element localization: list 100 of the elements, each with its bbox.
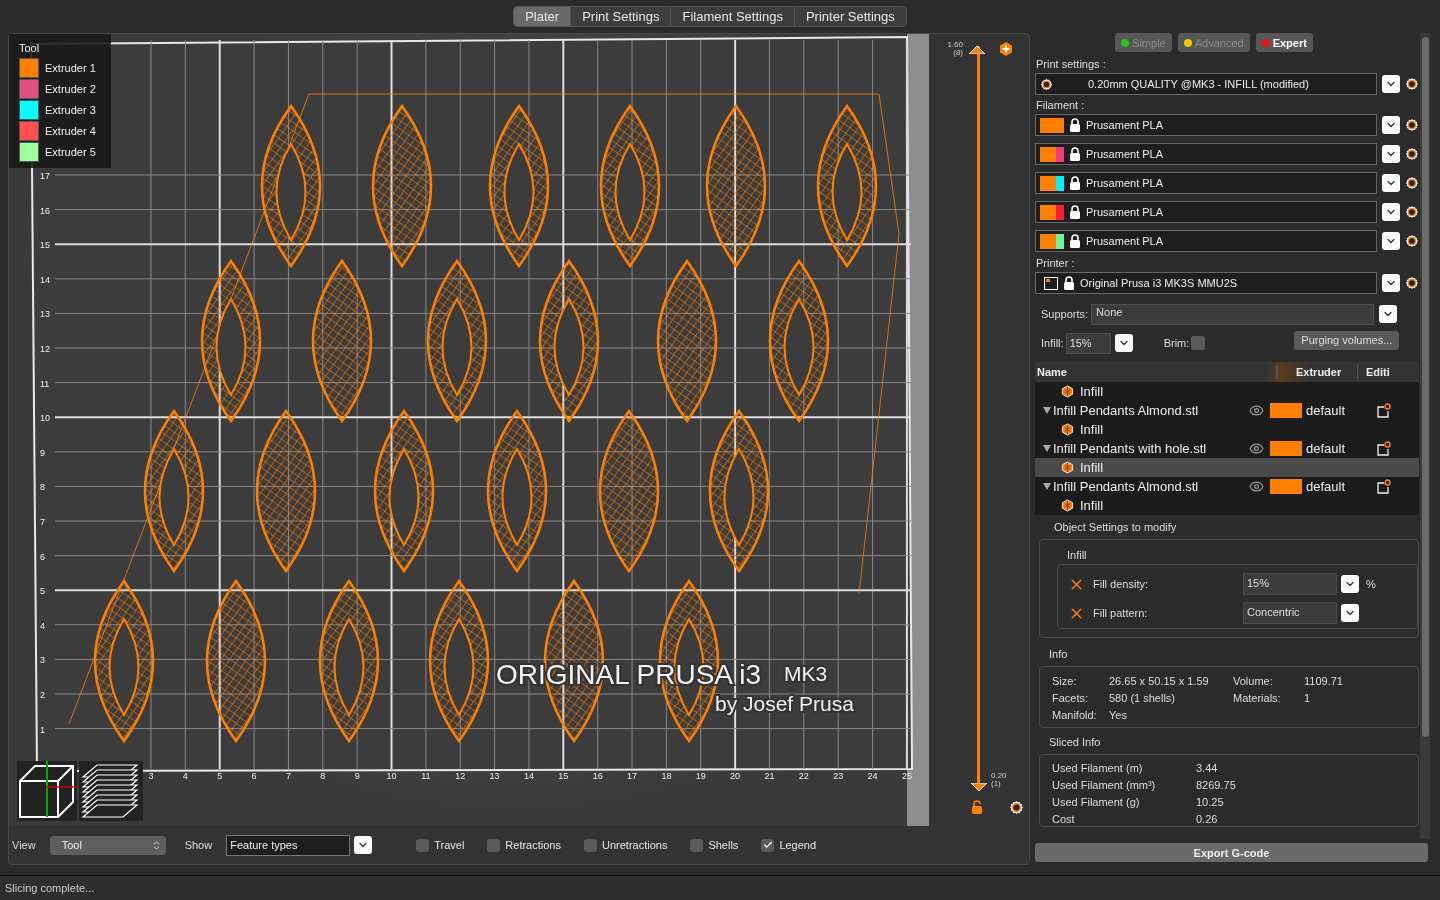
axis-label: 20	[730, 771, 741, 781]
axis-label: 4	[40, 620, 45, 631]
dropdown-button[interactable]	[1382, 203, 1401, 221]
bed-model-text: MK3	[784, 662, 828, 685]
plus-icon[interactable]	[999, 42, 1013, 56]
legend-label: Extruder 4	[45, 125, 96, 137]
checkbox[interactable]	[487, 838, 501, 852]
list-row[interactable]: Infill	[1035, 420, 1419, 439]
hexagon-icon	[1061, 385, 1074, 398]
expand-triangle-icon[interactable]	[1043, 483, 1051, 490]
dropdown-button[interactable]	[1341, 604, 1359, 622]
tab[interactable]: Filament Settings	[671, 7, 795, 26]
gear-icon[interactable]	[1405, 77, 1419, 91]
lock-icon	[1069, 176, 1081, 190]
supports-field[interactable]: None	[1091, 303, 1375, 325]
setting-field[interactable]: 15%	[1243, 573, 1337, 595]
info-label: Used Filament (mm³)	[1052, 779, 1157, 791]
square-dot-icon[interactable]	[1376, 441, 1391, 456]
hexagon-icon	[1061, 461, 1074, 474]
gear-icon[interactable]	[1405, 118, 1419, 132]
info-value: Yes	[1109, 709, 1128, 721]
dropdown-button[interactable]	[1382, 116, 1401, 134]
mode-button[interactable]: Expert	[1255, 33, 1313, 52]
list-row[interactable]: Infill Pendants Almond.stl default	[1035, 401, 1419, 420]
info-label: Materials:	[1233, 692, 1282, 704]
section-label: Object Settings to modify	[1053, 520, 1178, 535]
export-gcode-button[interactable]: Export G-code	[1035, 843, 1428, 862]
dropdown-button[interactable]	[354, 836, 373, 854]
eye-icon[interactable]	[1249, 479, 1264, 494]
dropdown-button[interactable]	[1114, 334, 1133, 352]
preset-combo[interactable]: 0.20mm QUALITY @MK3 - INFILL (modified)	[1035, 73, 1378, 95]
axis-label: 4	[182, 771, 188, 781]
preset-combo[interactable]: Prusament PLA	[1035, 114, 1378, 136]
preset-combo[interactable]: Prusament PLA	[1035, 230, 1378, 252]
setting-label: Fill pattern:	[1093, 607, 1149, 619]
dropdown-button[interactable]	[1382, 145, 1401, 163]
checkbox[interactable]	[416, 838, 430, 852]
preset-combo[interactable]: Prusament PLA	[1035, 172, 1378, 194]
section-label: Printer :	[1035, 256, 1076, 271]
preset-combo[interactable]: Original Prusa i3 MK3S MMU2S	[1035, 272, 1378, 294]
info-value: 1	[1304, 692, 1312, 704]
slider-handle[interactable]	[969, 44, 985, 54]
cube-icon[interactable]	[17, 761, 77, 821]
gear-icon[interactable]	[1040, 77, 1053, 91]
lock-icon	[1063, 276, 1075, 290]
hexagon-icon	[1061, 499, 1074, 512]
infill-field[interactable]: 15%	[1065, 332, 1111, 354]
checkbox[interactable]	[761, 838, 775, 852]
eye-icon[interactable]	[1249, 403, 1264, 418]
gear-icon[interactable]	[1405, 176, 1419, 190]
list-row[interactable]: Infill	[1035, 382, 1419, 401]
tab[interactable]: Print Settings	[571, 7, 672, 26]
section-label: Sliced Info	[1048, 735, 1102, 750]
section-label: Print settings :	[1035, 57, 1107, 72]
list-row[interactable]: Infill	[1035, 496, 1419, 515]
tab[interactable]: Plater	[514, 7, 572, 26]
axis-label: 19	[695, 771, 706, 781]
layer-slider[interactable]: 1.60 (8) 0.20 (1)	[929, 40, 1029, 796]
axis-label: 5	[40, 586, 45, 597]
tab[interactable]: Printer Settings	[794, 7, 906, 26]
axis-label: 7	[40, 517, 45, 527]
checkbox[interactable]	[584, 838, 597, 852]
axis-label: 13	[489, 771, 500, 781]
gear-icon[interactable]	[1405, 147, 1419, 161]
setting-field[interactable]: Concentric	[1243, 602, 1337, 624]
dropdown-button[interactable]	[1382, 174, 1401, 192]
preset-combo[interactable]: Prusament PLA	[1035, 143, 1378, 165]
list-row[interactable]: Infill Pendants Almond.stl default	[1035, 477, 1419, 496]
gear-icon[interactable]	[1405, 234, 1419, 248]
eye-icon[interactable]	[1249, 441, 1264, 456]
purging-volumes-button[interactable]: Purging volumes...	[1294, 330, 1400, 350]
checkbox[interactable]	[1191, 336, 1206, 350]
square-dot-icon[interactable]	[1376, 403, 1391, 418]
axis-label: 10	[40, 413, 50, 424]
gear-icon[interactable]	[1009, 799, 1024, 815]
dropdown-button[interactable]	[1382, 232, 1401, 250]
view-select[interactable]: Tool	[49, 835, 166, 855]
dropdown-button[interactable]	[1382, 75, 1401, 93]
extruder-swatch	[1270, 441, 1302, 456]
show-combo[interactable]: Feature types	[226, 834, 351, 856]
scrollbar[interactable]	[1420, 33, 1430, 839]
axis-label: 17	[40, 171, 50, 181]
info-label: Size:	[1052, 675, 1078, 687]
expand-triangle-icon[interactable]	[1043, 407, 1051, 414]
checkbox[interactable]	[690, 838, 704, 852]
dropdown-button[interactable]	[1382, 274, 1401, 292]
gear-icon[interactable]	[1405, 276, 1419, 290]
info-value: 3.44	[1196, 762, 1219, 774]
dropdown-button[interactable]	[1379, 305, 1398, 323]
preset-combo[interactable]: Prusament PLA	[1035, 201, 1378, 223]
lock-icon[interactable]	[971, 800, 983, 814]
info-value: 580 (1 shells)	[1109, 692, 1177, 704]
layers-icon[interactable]	[79, 761, 143, 821]
axis-label: 9	[40, 447, 45, 458]
dropdown-button[interactable]	[1341, 575, 1359, 593]
hexagon-icon	[1061, 423, 1074, 436]
list-row[interactable]: Infill	[1035, 458, 1419, 477]
square-dot-icon[interactable]	[1376, 479, 1391, 494]
slider-handle[interactable]	[971, 782, 987, 792]
gear-icon[interactable]	[1405, 205, 1419, 219]
